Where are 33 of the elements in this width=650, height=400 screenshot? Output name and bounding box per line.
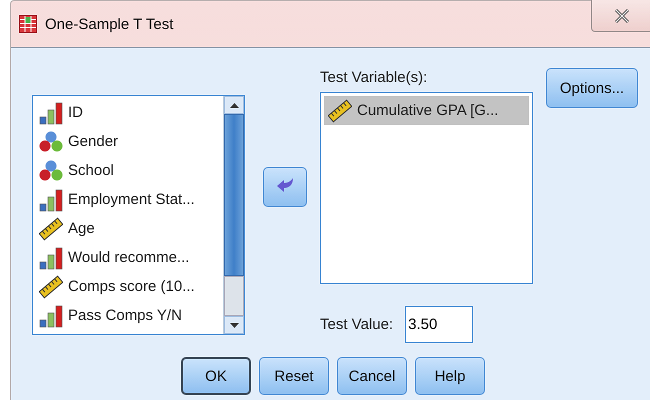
variable-item[interactable]: Employment Stat... [35, 185, 221, 214]
bar-chart-icon [39, 304, 63, 328]
grid-icon [19, 15, 37, 33]
dialog-button[interactable]: Help [415, 357, 485, 396]
test-value-field[interactable]: 3.50 [405, 306, 474, 343]
bar-chart-icon [39, 188, 63, 212]
variable-item[interactable]: ID [35, 98, 221, 127]
variable-item[interactable]: Would recomme... [35, 243, 221, 272]
circles-icon [39, 158, 63, 182]
test-value-label: Test Value: [320, 316, 394, 333]
variable-item[interactable]: Cumulative GPA [G... [324, 96, 529, 125]
scrollbar[interactable] [223, 96, 244, 334]
variable-item[interactable]: School [35, 156, 221, 185]
options-button[interactable]: Options... [546, 68, 638, 108]
circles-icon [39, 130, 63, 154]
variable-item[interactable]: Comps score (10... [35, 272, 221, 301]
dialog-button[interactable]: OK [181, 357, 251, 396]
close-icon [614, 8, 630, 22]
variable-item[interactable]: Pass Comps Y/N [35, 301, 221, 330]
bar-chart-icon [39, 100, 63, 124]
bar-chart-icon [39, 246, 63, 270]
left-arrow-icon [276, 177, 294, 194]
test-variables-label: Test Variable(s): [320, 69, 428, 86]
variable-item[interactable]: Gender [35, 127, 221, 156]
down-arrow-icon [230, 322, 238, 328]
close-button[interactable] [591, 0, 650, 32]
scrollbar-thumb[interactable] [224, 114, 244, 276]
dialog-button[interactable]: Cancel [337, 357, 407, 396]
up-arrow-icon [230, 102, 238, 108]
variable-item[interactable]: Age [35, 214, 221, 243]
window-title: One-Sample T Test [45, 16, 174, 32]
dialog-button[interactable]: Reset [259, 357, 329, 396]
move-button[interactable] [262, 167, 306, 208]
